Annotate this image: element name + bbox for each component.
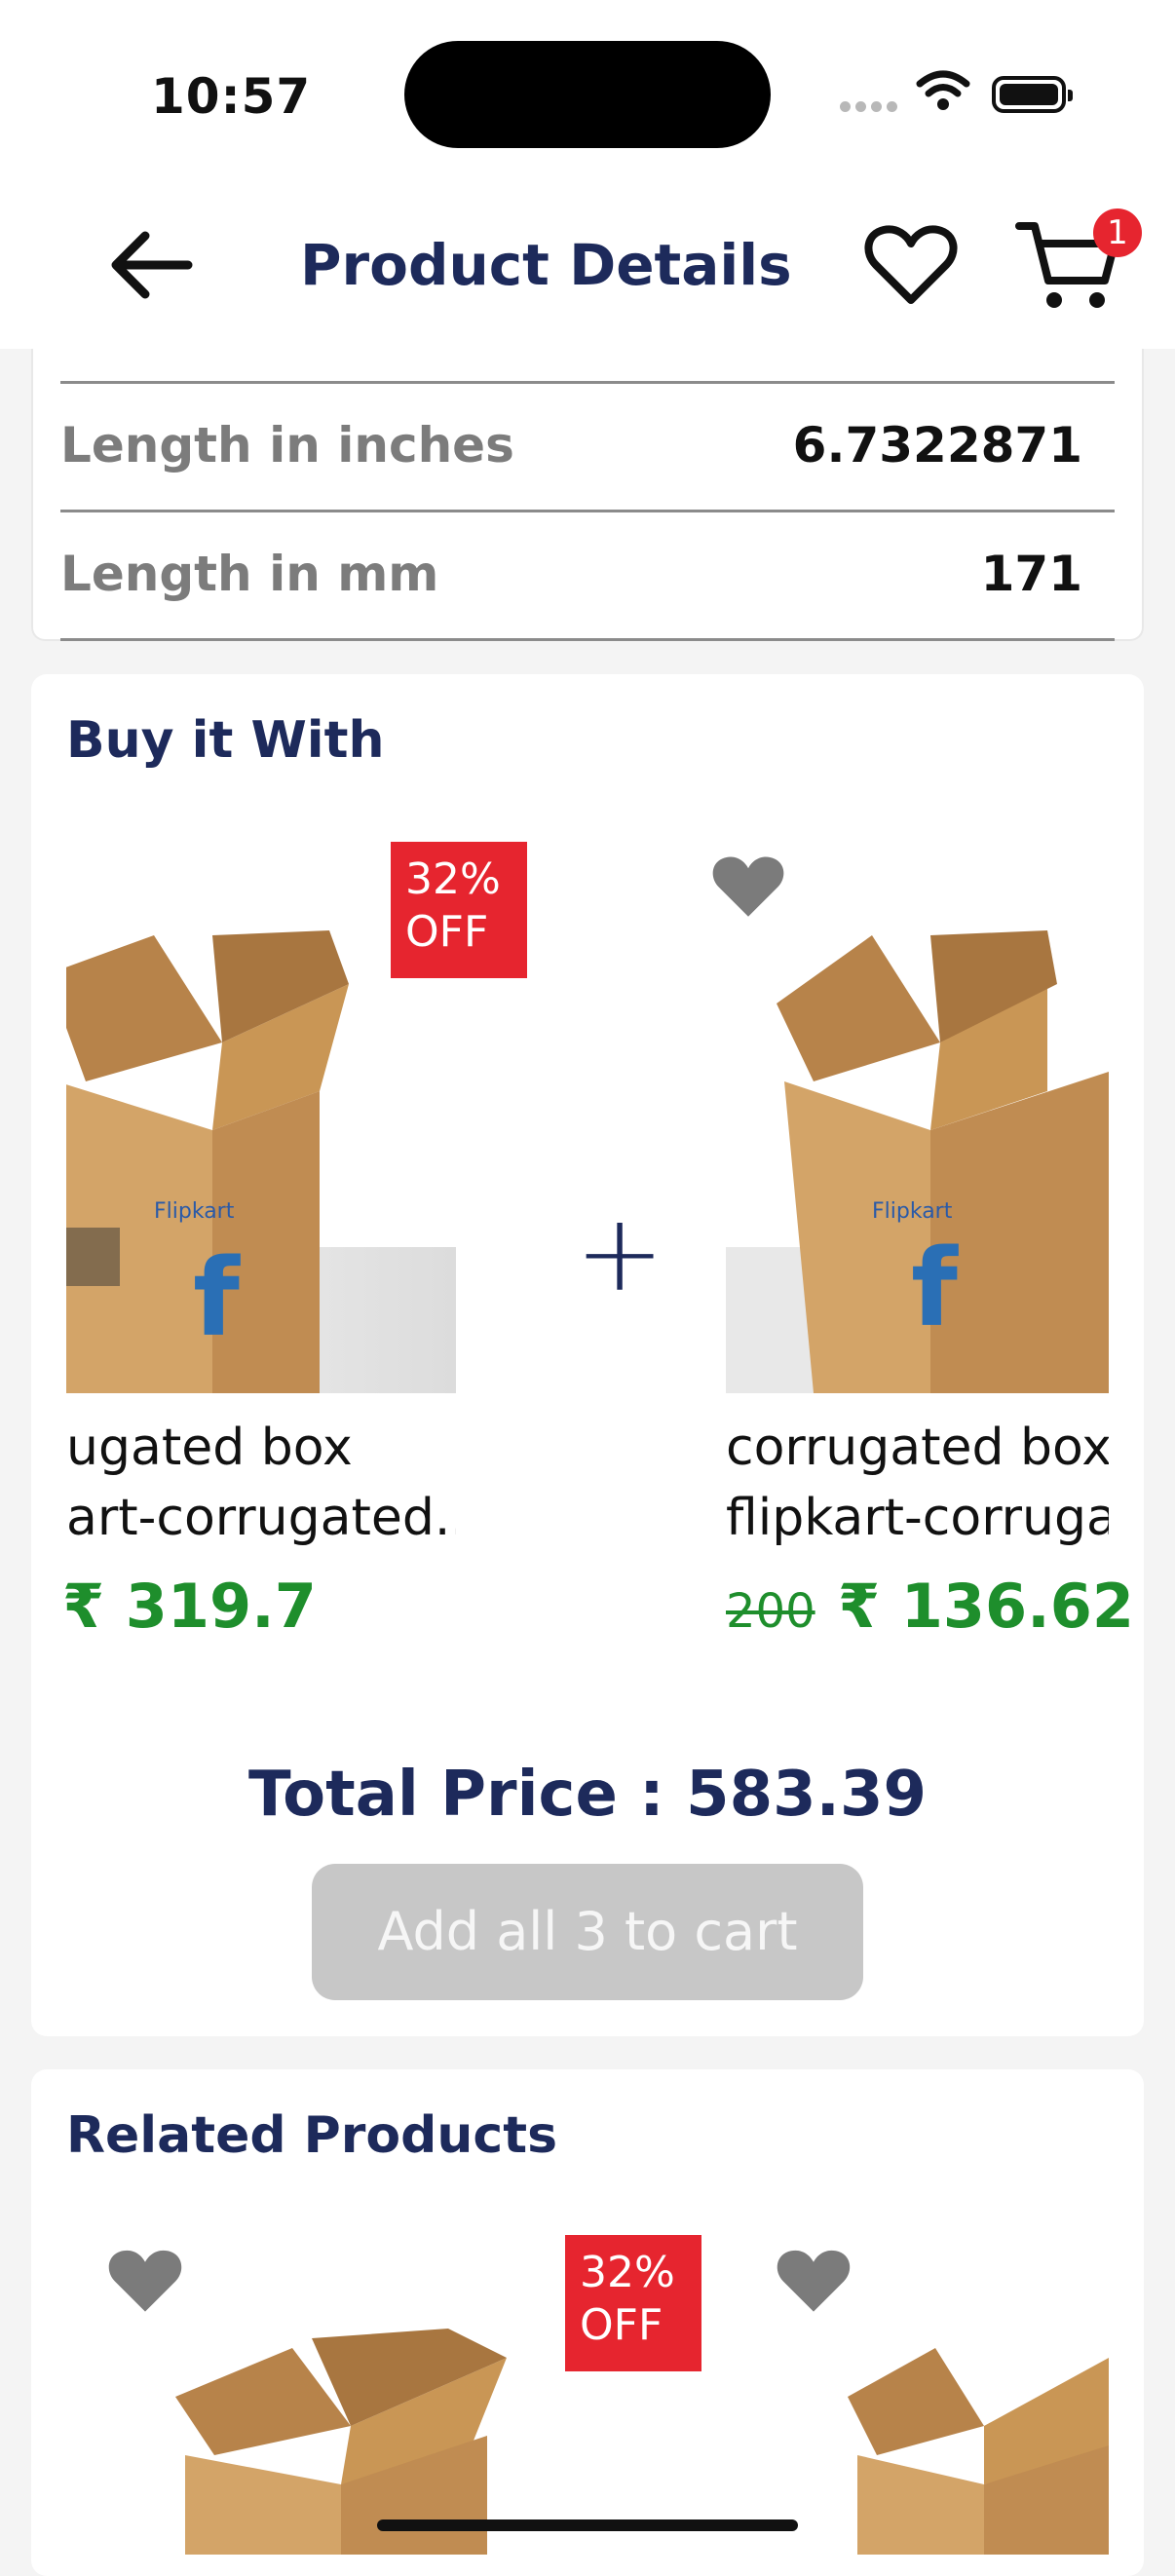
wishlist-heart-button[interactable] [105,2243,185,2319]
svg-text:f: f [911,1226,959,1350]
spec-value: 171 [980,546,1082,602]
discount-badge: 32% OFF [565,2235,701,2371]
spec-label: Length in inches [60,417,514,474]
cellular-signal-icon [840,97,902,116]
plus-icon: + [575,1191,665,1315]
add-all-to-cart-button[interactable]: Add all 3 to cart [312,1864,863,2000]
discount-off-label: OFF [580,2300,663,2350]
dynamic-island [404,41,771,148]
original-price: 200 [726,1584,815,1639]
wishlist-heart-button[interactable] [774,2243,853,2319]
product-price: ₹ 136.62 [838,1571,1134,1642]
discount-percent: 32% [580,2248,675,2297]
product-image[interactable] [838,2319,1109,2555]
spec-label: Length in mm [60,546,439,602]
heart-filled-icon [108,2250,182,2312]
spec-value: 6.7322871 [792,417,1082,474]
product-name[interactable]: ugated box art-corrugated... [66,1413,456,1553]
product-price: ₹ 319.7 [62,1571,317,1642]
product-name-line: corrugated box [726,1419,1109,1477]
heart-filled-icon [712,856,784,917]
status-time: 10:57 [151,68,312,125]
heart-outline-icon [864,225,958,304]
wishlist-heart-button[interactable] [709,850,787,924]
wishlist-button[interactable] [862,216,960,314]
wifi-icon [916,70,970,115]
cardboard-box-image [848,2348,1109,2555]
battery-icon [992,76,1073,113]
divider [60,638,1115,641]
discount-percent: 32% [405,854,501,904]
total-price: Total Price : 583.39 [248,1759,927,1831]
related-products-title: Related Products [66,2106,558,2165]
product-name-line: ugated box [66,1419,353,1477]
product-name[interactable]: corrugated box flipkart-corruga [726,1413,1109,1553]
divider [60,510,1115,512]
discount-off-label: OFF [405,907,489,957]
product-name-line: art-corrugated... [66,1489,456,1547]
discount-badge: 32% OFF [391,842,527,978]
divider [60,381,1115,384]
buy-it-with-title: Buy it With [66,711,385,770]
arrow-left-icon [111,231,193,299]
svg-text:Flipkart: Flipkart [154,1199,235,1224]
heart-filled-icon [777,2250,851,2312]
page-title: Product Details [300,232,792,298]
svg-text:f: f [193,1235,241,1360]
home-indicator [377,2519,798,2531]
cart-count-badge: 1 [1093,208,1142,257]
back-button[interactable] [102,216,200,314]
product-name-line: flipkart-corruga [726,1489,1109,1547]
svg-text:Flipkart: Flipkart [872,1199,953,1224]
